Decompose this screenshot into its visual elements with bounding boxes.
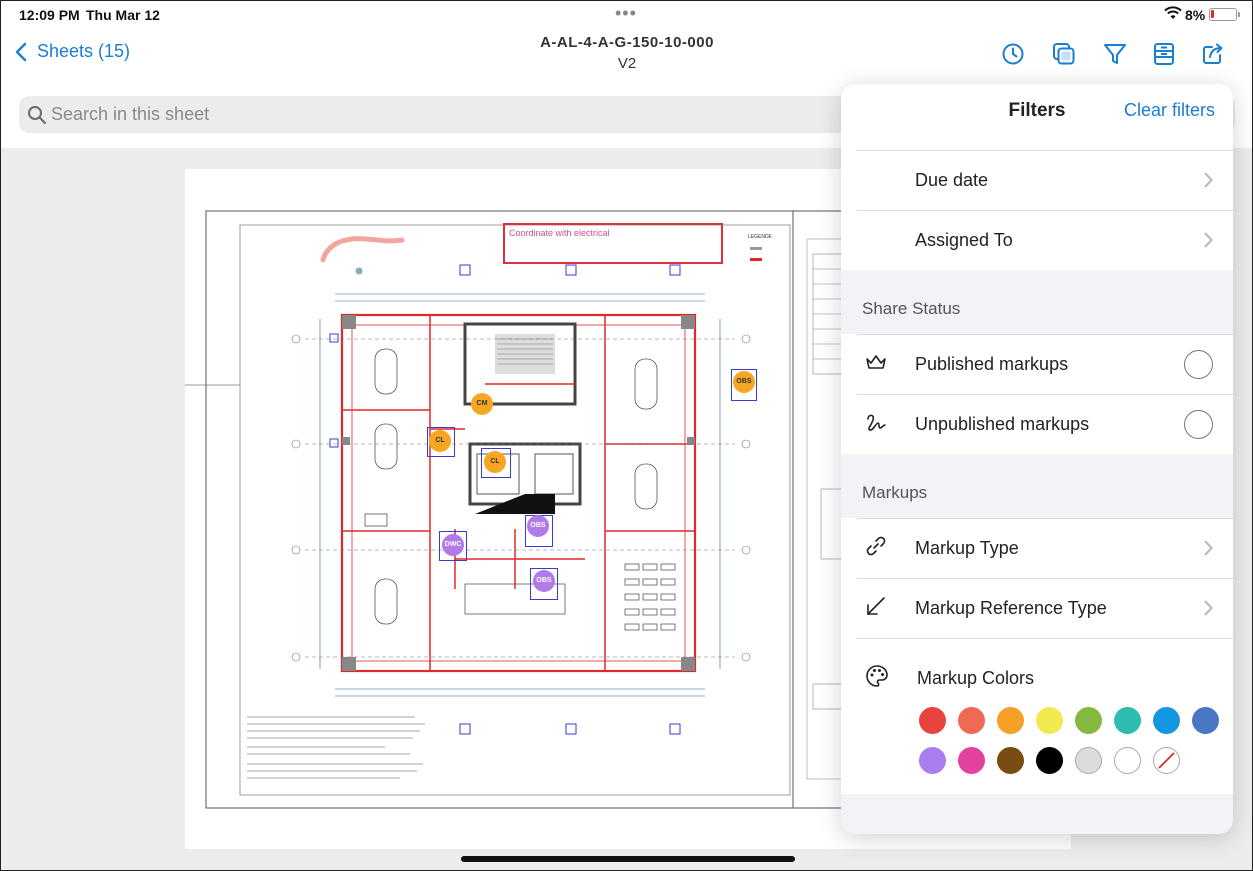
due-date-row[interactable]: Due date	[857, 150, 1233, 209]
markup-reference-type-label: Markup Reference Type	[915, 598, 1107, 618]
sheet-version[interactable]: V2	[501, 55, 753, 72]
chevron-right-icon	[1204, 172, 1213, 188]
status-time: 12:09 PM	[19, 7, 80, 23]
color-swatch[interactable]	[1153, 707, 1180, 734]
markup-type-label: Markup Type	[915, 538, 1019, 558]
color-swatch[interactable]	[1114, 747, 1141, 774]
markup-badge-cl[interactable]: CL	[484, 451, 506, 473]
battery-icon	[1209, 8, 1237, 21]
share-status-heading: Share Status	[862, 299, 961, 318]
markup-note-text: Coordinate with electrical	[509, 228, 610, 238]
markup-colors-label: Markup Colors	[917, 668, 1035, 688]
due-date-label: Due date	[915, 170, 989, 190]
crown-icon	[866, 355, 886, 369]
status-bar: 12:09 PM Thu Mar 12 ••• 8%	[1, 1, 1252, 29]
unpublished-markups-label: Unpublished markups	[915, 414, 1090, 434]
unpublished-markups-row[interactable]: Unpublished markups	[857, 394, 1233, 453]
battery-percent: 8%	[1185, 7, 1206, 23]
sheet-info-icon[interactable]	[1152, 42, 1176, 66]
markup-note[interactable]: Coordinate with electrical	[503, 223, 723, 264]
chevron-right-icon	[1204, 540, 1213, 556]
palette-icon	[866, 665, 888, 687]
published-markups-label: Published markups	[915, 354, 1069, 374]
color-swatch[interactable]	[997, 747, 1024, 774]
status-date: Thu Mar 12	[86, 7, 160, 23]
markup-badge-obs[interactable]: OBS	[533, 570, 555, 592]
search-input[interactable]	[51, 96, 851, 133]
back-button-label: Sheets (15)	[37, 41, 131, 61]
battery-cap	[1238, 12, 1240, 17]
color-swatch[interactable]	[919, 707, 946, 734]
color-swatch[interactable]	[1075, 707, 1102, 734]
chevron-left-icon	[15, 42, 27, 61]
markups-group: Markup Type Markup Reference Type Markup…	[841, 518, 1233, 794]
share-status-group: Published markups Unpublished markups	[841, 334, 1233, 454]
clear-filters-button[interactable]: Clear filters	[1124, 100, 1215, 121]
filters-header: Filters Clear filters	[841, 84, 1233, 150]
markup-badge-obs[interactable]: OBS	[733, 371, 755, 393]
sheet-title: A-AL-4-A-G-150-10-000	[540, 34, 714, 51]
color-swatch[interactable]	[1114, 707, 1141, 734]
markup-badge-cl[interactable]: CL	[429, 430, 451, 452]
date-assignee-group: Due date Assigned To	[841, 150, 1233, 270]
filters-panel: Filters Clear filters Due date Assigned …	[841, 84, 1233, 834]
assigned-to-row[interactable]: Assigned To	[857, 210, 1233, 269]
home-indicator	[461, 856, 795, 862]
published-markups-row[interactable]: Published markups	[857, 334, 1233, 393]
color-swatch[interactable]	[997, 707, 1024, 734]
chevron-right-icon	[1204, 600, 1213, 616]
chevron-right-icon	[1204, 232, 1213, 248]
assigned-to-label: Assigned To	[915, 230, 1013, 250]
layers-icon[interactable]	[1052, 42, 1076, 66]
markup-colors-row: Markup Colors	[857, 638, 1233, 794]
color-swatch-none[interactable]	[1153, 747, 1180, 774]
color-swatch[interactable]	[1036, 747, 1063, 774]
share-icon[interactable]	[1201, 42, 1225, 66]
color-swatch[interactable]	[1075, 747, 1102, 774]
filter-icon[interactable]	[1103, 42, 1127, 66]
unpublished-markups-radio[interactable]	[1184, 410, 1213, 439]
markup-type-row[interactable]: Markup Type	[857, 518, 1233, 577]
squiggle-icon	[867, 414, 886, 431]
link-icon	[866, 536, 886, 556]
app-window: 12:09 PM Thu Mar 12 ••• 8% Sheets (15) A…	[0, 0, 1253, 871]
clock-icon[interactable]	[1001, 42, 1025, 66]
markup-badge-obs[interactable]: OBS	[527, 515, 549, 537]
back-button[interactable]: Sheets (15)	[15, 41, 130, 62]
arrow-diagonal-icon	[867, 597, 885, 615]
search-icon	[28, 106, 47, 125]
markup-badge-cm[interactable]: CM	[471, 393, 493, 415]
published-markups-radio[interactable]	[1184, 350, 1213, 379]
markup-reference-type-row[interactable]: Markup Reference Type	[857, 578, 1233, 637]
markup-badge-dwc[interactable]: DWC	[442, 534, 464, 556]
wifi-icon	[1164, 6, 1182, 19]
multitask-dots-icon[interactable]: •••	[615, 3, 637, 24]
color-swatch[interactable]	[958, 747, 985, 774]
color-swatch[interactable]	[958, 707, 985, 734]
color-swatch[interactable]	[919, 747, 946, 774]
svg-text:LEGENDE: LEGENDE	[748, 234, 773, 240]
color-swatch[interactable]	[1192, 707, 1219, 734]
color-swatch[interactable]	[1036, 707, 1063, 734]
markups-heading: Markups	[862, 483, 928, 502]
no-color-icon	[1158, 752, 1175, 769]
